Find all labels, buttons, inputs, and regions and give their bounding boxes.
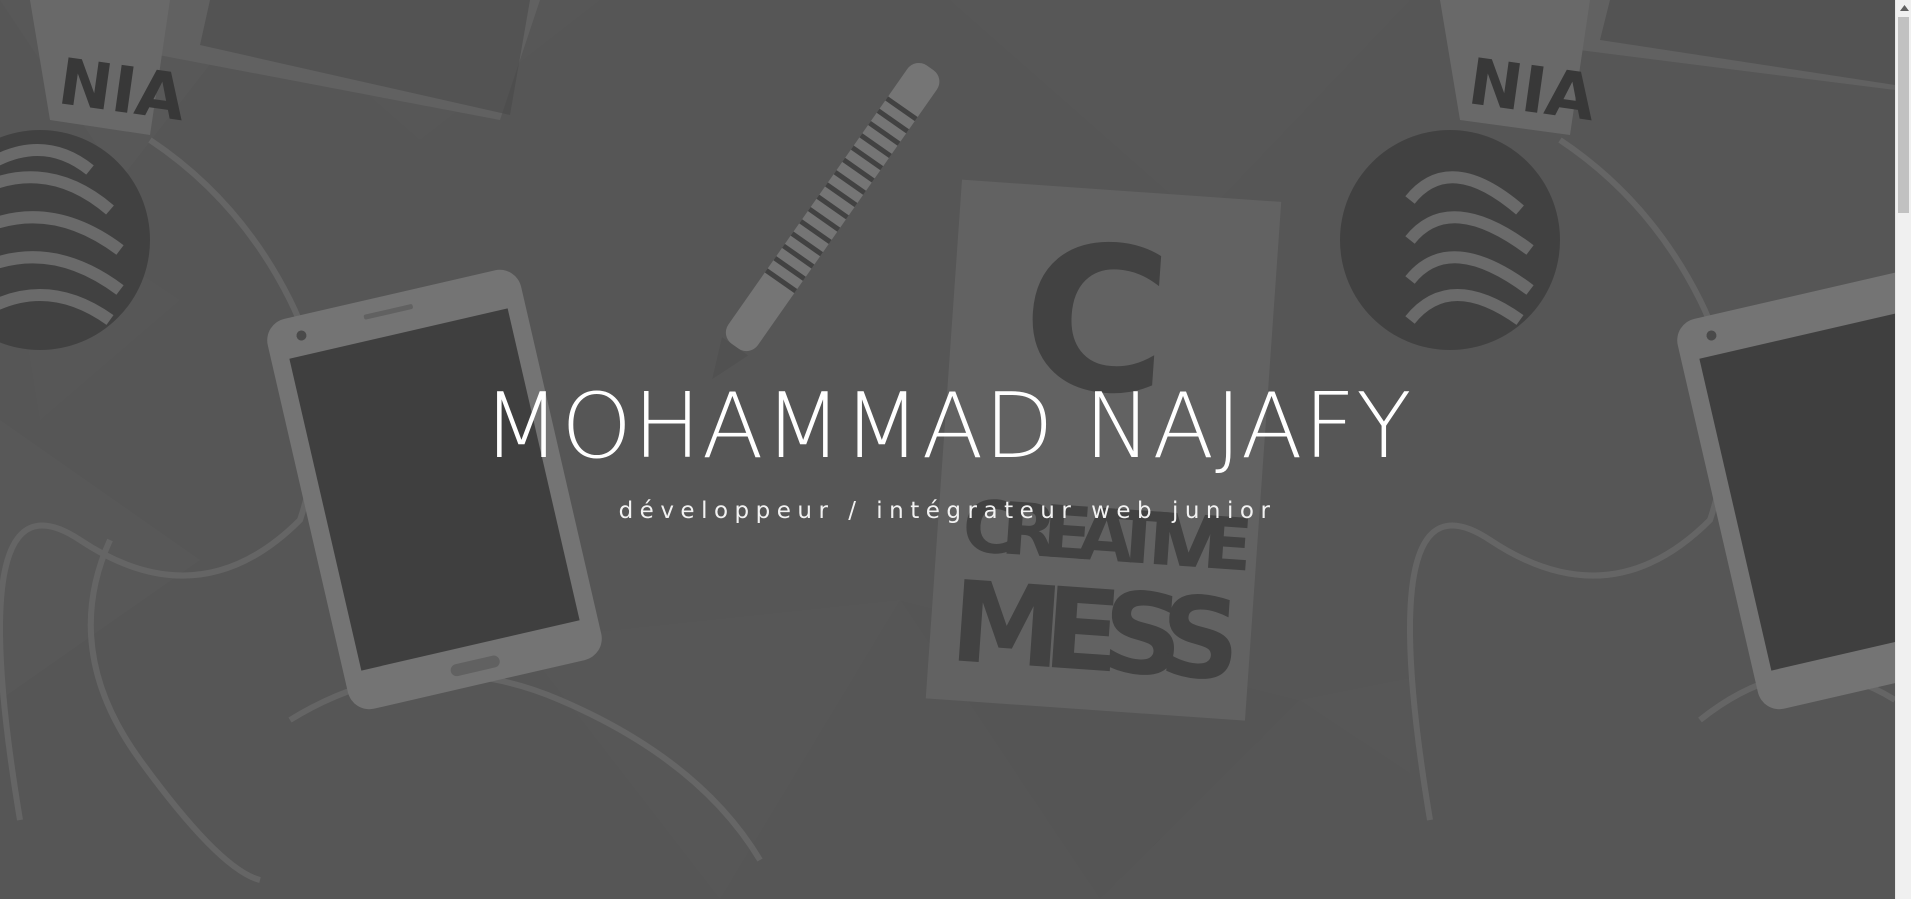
chevron-up-icon[interactable] [1896, 0, 1911, 16]
page-viewport: NIA C CREATIVE MESS NIA MOHAMMAD NAJAFY … [0, 0, 1911, 899]
scrollbar-thumb[interactable] [1898, 17, 1909, 213]
hero-background-image: NIA C CREATIVE MESS NIA [0, 0, 1895, 899]
vertical-scrollbar[interactable] [1895, 0, 1911, 899]
